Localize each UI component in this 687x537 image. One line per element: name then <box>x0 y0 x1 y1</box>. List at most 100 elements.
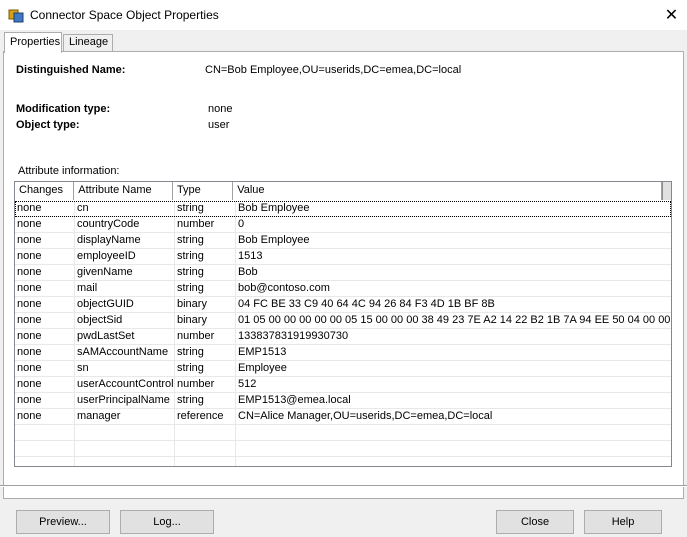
cell-type: number <box>175 217 236 233</box>
cell-changes: none <box>15 265 75 281</box>
empty-row <box>15 457 671 466</box>
cell-value: 04 FC BE 33 C9 40 64 4C 94 26 84 F3 4D 1… <box>238 298 495 310</box>
cell-changes: none <box>15 249 75 265</box>
preview-button[interactable]: Preview... <box>16 510 110 534</box>
properties-panel: Distinguished Name: CN=Bob Employee,OU=u… <box>3 51 684 499</box>
cell-changes: none <box>15 233 75 249</box>
table-row[interactable]: none givenName string Bob <box>15 265 671 281</box>
table-row[interactable]: none manager reference CN=Alice Manager,OU=… <box>15 409 671 425</box>
cell-value: 0 <box>238 218 245 230</box>
cell-attribute-name: pwdLastSet <box>75 329 175 345</box>
log-button[interactable]: Log... <box>120 510 214 534</box>
cell-attribute-name: objectSid <box>75 313 175 329</box>
cell-attribute-name <box>75 441 175 457</box>
table-row[interactable]: none cn string Bob Employee <box>15 201 671 217</box>
table-row[interactable]: none displayName string Bob Employee <box>15 233 671 249</box>
cell-type: string <box>175 361 236 377</box>
cell-type: number <box>175 377 236 393</box>
column-header-attribute-name[interactable]: Attribute Name <box>74 182 173 200</box>
table-row[interactable]: none countryCode number 0 <box>15 217 671 233</box>
dn-label: Distinguished Name: <box>16 64 126 76</box>
table-row[interactable]: none pwdLastSet number 133837831919930730 <box>15 329 671 345</box>
tab-lineage[interactable]: Lineage <box>63 34 113 52</box>
cell-changes: none <box>15 201 75 217</box>
cell-attribute-name: sAMAccountName <box>75 345 175 361</box>
cell-changes: none <box>15 409 75 425</box>
table-row[interactable]: none objectSid binary 01 05 00 00 00 00 00 … <box>15 313 671 329</box>
table-row[interactable]: none userPrincipalName string EMP1513@emea.… <box>15 393 671 409</box>
cell-value <box>236 441 671 457</box>
cell-value: EMP1513@emea.local <box>238 394 351 406</box>
cell-value: Bob <box>238 266 258 278</box>
window-title: Connector Space Object Properties <box>30 8 219 22</box>
table-row[interactable]: none mail string bob@contoso.com <box>15 281 671 297</box>
cell-changes: none <box>15 329 75 345</box>
column-header-value[interactable]: Value <box>233 182 662 200</box>
cell-attribute-name: manager <box>75 409 175 425</box>
button-separator <box>0 485 687 487</box>
cell-type <box>175 457 236 466</box>
cell-type: binary <box>175 313 236 329</box>
cell-attribute-name: displayName <box>75 233 175 249</box>
grid-header: Changes Attribute Name Type Value <box>15 182 671 200</box>
cell-attribute-name <box>75 457 175 466</box>
cell-value: 133837831919930730 <box>238 330 349 342</box>
grid-body: none cn string Bob Employee none countryCode n… <box>15 201 671 466</box>
empty-row <box>15 425 671 441</box>
cell-value: CN=Alice Manager,OU=userids,DC=emea,DC=l… <box>238 410 493 422</box>
cell-changes: none <box>15 345 75 361</box>
cell-attribute-name <box>75 425 175 441</box>
table-row[interactable]: none sn string Employee <box>15 361 671 377</box>
cell-value: Bob Employee <box>238 234 310 246</box>
cell-changes: none <box>15 393 75 409</box>
help-button[interactable]: Help <box>584 510 662 534</box>
table-row[interactable]: none sAMAccountName string EMP1513 <box>15 345 671 361</box>
table-row[interactable]: none objectGUID binary 04 FC BE 33 C9 40 64… <box>15 297 671 313</box>
cell-type: string <box>175 265 236 281</box>
cell-changes <box>15 457 75 466</box>
attribute-grid[interactable]: Changes Attribute Name Type Value none cn… <box>14 181 672 467</box>
table-row[interactable]: none userAccountControl number 512 <box>15 377 671 393</box>
cell-value: Employee <box>238 362 287 374</box>
cell-changes: none <box>15 297 75 313</box>
cell-attribute-name: cn <box>75 201 175 217</box>
cell-attribute-name: employeeID <box>75 249 175 265</box>
column-header-type[interactable]: Type <box>172 182 234 200</box>
attribute-info-label: Attribute information: <box>18 165 120 177</box>
table-row[interactable]: none employeeID string 1513 <box>15 249 671 265</box>
empty-row <box>15 441 671 457</box>
app-icon <box>8 9 24 23</box>
object-type-label: Object type: <box>16 119 80 131</box>
cell-attribute-name: mail <box>75 281 175 297</box>
cell-type: string <box>175 393 236 409</box>
cell-attribute-name: userPrincipalName <box>75 393 175 409</box>
cell-type <box>175 441 236 457</box>
cell-type: reference <box>175 409 236 425</box>
object-type-value: user <box>208 119 230 131</box>
cell-changes <box>15 441 75 457</box>
dn-value: CN=Bob Employee,OU=userids,DC=emea,DC=lo… <box>205 64 462 76</box>
column-header-changes[interactable]: Changes <box>15 182 75 200</box>
cell-value: Bob Employee <box>238 202 310 214</box>
cell-type: number <box>175 329 236 345</box>
cell-type <box>175 425 236 441</box>
cell-changes: none <box>15 313 75 329</box>
tab-properties[interactable]: Properties <box>4 32 62 53</box>
cell-changes: none <box>15 217 75 233</box>
cell-value: 01 05 00 00 00 00 00 05 15 00 00 00 38 4… <box>238 314 671 326</box>
cell-value: EMP1513 <box>238 346 287 358</box>
cell-value <box>236 457 671 466</box>
cell-type: binary <box>175 297 236 313</box>
cell-changes: none <box>15 281 75 297</box>
dialog-client: Properties Lineage Distinguished Name: C… <box>0 30 687 537</box>
cell-changes: none <box>15 361 75 377</box>
cell-value: 512 <box>238 378 257 390</box>
close-button[interactable]: Close <box>496 510 574 534</box>
cell-type: string <box>175 201 236 217</box>
cell-attribute-name: objectGUID <box>75 297 175 313</box>
modification-type-label: Modification type: <box>16 103 111 115</box>
title-bar: Connector Space Object Properties ✕ <box>0 0 687 30</box>
cell-value: bob@contoso.com <box>238 282 330 294</box>
close-icon[interactable]: ✕ <box>656 0 687 30</box>
cell-changes <box>15 425 75 441</box>
